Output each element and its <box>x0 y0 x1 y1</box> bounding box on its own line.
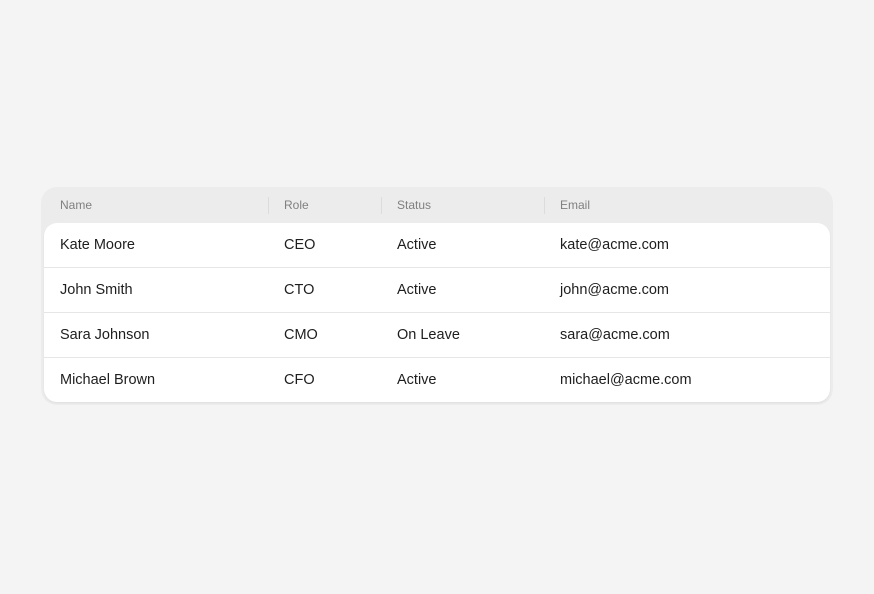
cell-status: Active <box>397 237 437 253</box>
cell-email: sara@acme.com <box>560 327 670 343</box>
cell-email: kate@acme.com <box>560 237 670 253</box>
cell-email: john@acme.com <box>560 282 670 298</box>
cell-role: CMO <box>284 327 318 343</box>
table-row[interactable]: Sara Johnson CMO On Leave sara@acme.com <box>44 312 830 357</box>
column-header-role[interactable]: Role <box>268 187 381 223</box>
column-header-email[interactable]: Email <box>544 187 830 223</box>
table-row[interactable]: Kate Moore CEO Active kate@acme.com <box>44 223 830 267</box>
cell-name: John Smith <box>60 282 133 298</box>
table-row[interactable]: Michael Brown CFO Active michael@acme.co… <box>44 357 830 402</box>
table-header: Name Role Status Email <box>44 187 830 223</box>
cell-status: On Leave <box>397 327 460 343</box>
cell-name: Sara Johnson <box>60 327 150 343</box>
cell-role: CTO <box>284 282 315 298</box>
table-body: Kate Moore CEO Active kate@acme.com John… <box>44 223 830 402</box>
cell-role: CEO <box>284 237 316 253</box>
cell-role: CFO <box>284 372 315 388</box>
cell-name: Kate Moore <box>60 237 135 253</box>
cell-name: Michael Brown <box>60 372 156 388</box>
column-header-status[interactable]: Status <box>381 187 544 223</box>
table-row[interactable]: John Smith CTO Active john@acme.com <box>44 267 830 312</box>
cell-status: Active <box>397 282 437 298</box>
employee-table: Name Role Status Email Kate Moore CEO Ac… <box>41 187 833 405</box>
column-header-name[interactable]: Name <box>44 187 268 223</box>
cell-email: michael@acme.com <box>560 372 692 388</box>
cell-status: Active <box>397 372 437 388</box>
